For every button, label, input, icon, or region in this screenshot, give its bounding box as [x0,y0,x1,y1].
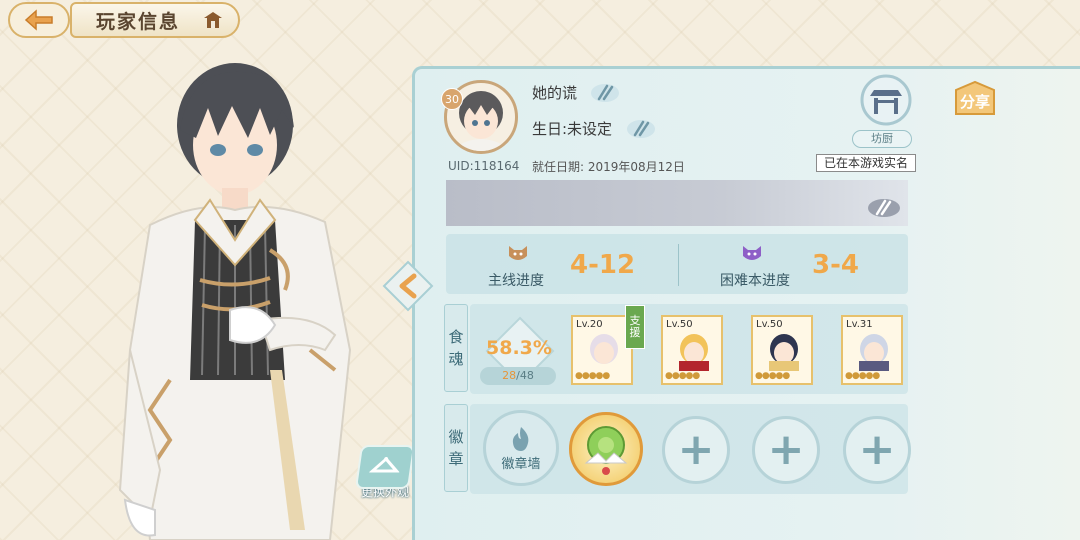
share-icon: 分享 [955,80,995,115]
plus-icon: + [677,424,715,475]
back-arrow-icon [24,9,53,31]
hanger-icon [354,445,416,489]
player-nickname: 她的谎 [532,84,578,102]
progress-row: 主线进度 4-12 困难本进度 3-4 [446,234,908,294]
hard-progress-label: 困难本进度 [720,273,790,289]
souls-section-label: 食 魂 [444,304,468,392]
role-tag: 坊厨 [852,130,912,148]
share-button[interactable]: 分享 [950,80,1000,120]
badge-wall-label: 徽章墙 [501,456,541,472]
flame-icon [512,426,529,451]
support-badge: 支 援 [625,305,645,349]
collection-count: 28/48 [480,367,556,385]
badges-label-char: 章 [448,450,464,468]
player-level-badge: 30 [441,88,463,110]
cat-face-icon [509,246,527,260]
soul-portrait [590,334,618,364]
plus-icon: + [858,424,896,475]
divider [678,244,679,286]
signature-field[interactable] [446,180,908,226]
back-button[interactable] [8,2,70,38]
souls-label-char: 食 [448,328,464,346]
souls-label-char: 魂 [448,350,464,368]
soul-portrait [769,334,799,371]
soul-card-level: Lv.50 [666,319,693,330]
soul-card[interactable]: Lv.50 ●●●●● [661,315,723,385]
edit-icon[interactable] [590,82,620,104]
main-progress-label: 主线进度 [488,273,544,289]
badge-item[interactable] [569,412,643,486]
share-label: 分享 [960,93,990,111]
soul-portrait [859,334,889,371]
soul-card[interactable]: Lv.31 ●●●●● [841,315,903,385]
hard-progress-value: 3-4 [812,250,859,280]
main-progress: 主线进度 4-12 [446,234,646,294]
soul-card-stars: ●●●●● [755,371,790,381]
badge-empty-slot[interactable]: + [752,416,820,484]
realname-status: 已在本游戏实名 [816,154,916,172]
plus-icon: + [767,424,805,475]
badges-section-label: 徽 章 [444,404,468,492]
soul-card[interactable]: Lv.50 ●●●●● [751,315,813,385]
collection-count-current: 28 [502,369,517,382]
edit-icon[interactable] [866,197,902,219]
soul-card[interactable]: Lv.20 ●●●●● [571,315,633,385]
demon-face-icon [743,246,761,260]
badges-label-char: 徽 [448,428,464,446]
player-birthday: 生日:未设定 [532,120,613,138]
soul-card-stars: ●●●●● [575,371,610,381]
edit-icon[interactable] [626,118,656,140]
home-icon[interactable] [202,10,224,30]
badge-empty-slot[interactable]: + [662,416,730,484]
main-progress-value: 4-12 [570,250,636,280]
chevron-left-icon [382,260,434,312]
collection-count-total: /48 [516,369,534,382]
bell-icon [584,426,628,475]
gate-emblem-icon[interactable] [856,74,916,130]
soul-card-stars: ●●●●● [845,371,880,381]
hard-progress: 困难本进度 3-4 [696,234,896,294]
collapse-panel-tab[interactable] [378,256,438,316]
collection-rate: 58.3% [486,337,552,359]
soul-card-level: Lv.20 [576,319,603,330]
badge-wall-button[interactable]: 徽章墙 [483,410,559,486]
player-uid: UID:118164 [448,159,520,173]
badge-empty-slot[interactable]: + [843,416,911,484]
change-outfit-button[interactable]: 更换外观 [350,440,420,500]
soul-card-level: Lv.31 [846,319,873,330]
support-tag-char: 援 [629,326,641,339]
soul-card-level: Lv.50 [756,319,783,330]
page-title-text: 玩家信息 [96,10,181,33]
soul-portrait [679,334,709,371]
player-start-date: 就任日期: 2019年08月12日 [532,160,685,174]
soul-card-stars: ●●●●● [665,371,700,381]
